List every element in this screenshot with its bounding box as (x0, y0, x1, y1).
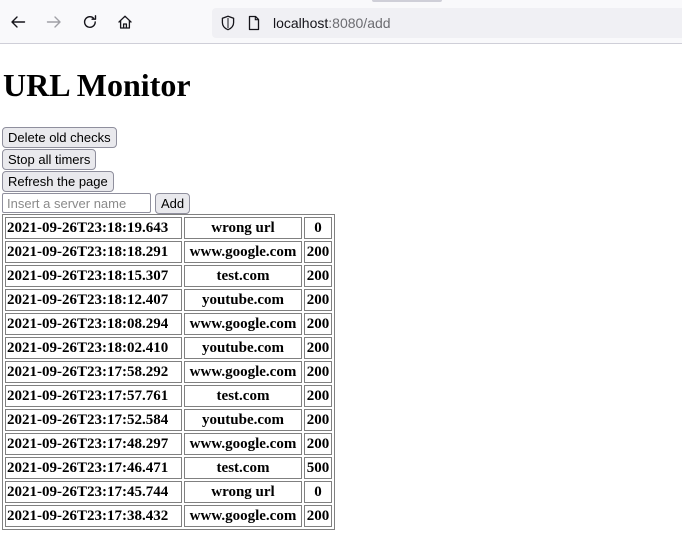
home-button[interactable] (112, 8, 138, 36)
table-row: 2021-09-26T23:17:52.584 youtube.com 200 (5, 409, 332, 431)
address-bar[interactable]: localhost:8080/add (212, 8, 682, 38)
page-content: URL Monitor Delete old checks Stop all t… (0, 45, 682, 541)
check-status: 500 (304, 457, 332, 479)
table-row: 2021-09-26T23:17:45.744 wrong url 0 (5, 481, 332, 503)
check-time: 2021-09-26T23:18:02.410 (5, 337, 182, 359)
check-url: youtube.com (184, 289, 302, 311)
table-row: 2021-09-26T23:17:48.297 www.google.com 2… (5, 433, 332, 455)
check-url: wrong url (184, 481, 302, 503)
check-url: youtube.com (184, 337, 302, 359)
check-status: 200 (304, 241, 332, 263)
forward-button[interactable] (41, 8, 67, 36)
url-host: localhost (273, 15, 329, 31)
delete-old-checks-button[interactable]: Delete old checks (2, 127, 117, 148)
check-time: 2021-09-26T23:18:12.407 (5, 289, 182, 311)
check-url: www.google.com (184, 361, 302, 383)
check-status: 200 (304, 337, 332, 359)
check-time: 2021-09-26T23:17:46.471 (5, 457, 182, 479)
check-status: 200 (304, 505, 332, 527)
table-row: 2021-09-26T23:18:08.294 www.google.com 2… (5, 313, 332, 335)
stop-all-timers-button[interactable]: Stop all timers (2, 149, 97, 170)
table-row: 2021-09-26T23:17:38.432 www.google.com 2… (5, 505, 332, 527)
check-status: 200 (304, 409, 332, 431)
check-url: wrong url (184, 217, 302, 239)
check-status: 200 (304, 433, 332, 455)
table-row: 2021-09-26T23:18:15.307 test.com 200 (5, 265, 332, 287)
checks-table: 2021-09-26T23:18:19.643 wrong url 0 2021… (2, 214, 335, 530)
check-url: test.com (184, 265, 302, 287)
check-status: 200 (304, 313, 332, 335)
check-url: www.google.com (184, 433, 302, 455)
check-url: www.google.com (184, 313, 302, 335)
check-time: 2021-09-26T23:17:45.744 (5, 481, 182, 503)
check-time: 2021-09-26T23:17:38.432 (5, 505, 182, 527)
check-status: 0 (304, 481, 332, 503)
table-row: 2021-09-26T23:18:02.410 youtube.com 200 (5, 337, 332, 359)
url-text[interactable]: localhost:8080/add (273, 15, 391, 31)
check-time: 2021-09-26T23:18:19.643 (5, 217, 182, 239)
check-time: 2021-09-26T23:18:08.294 (5, 313, 182, 335)
check-status: 200 (304, 361, 332, 383)
check-status: 200 (304, 289, 332, 311)
browser-toolbar: localhost:8080/add (0, 0, 682, 44)
table-row: 2021-09-26T23:17:46.471 test.com 500 (5, 457, 332, 479)
page-title: URL Monitor (3, 67, 191, 103)
url-path: :8080/add (328, 15, 391, 31)
table-row: 2021-09-26T23:17:57.761 test.com 200 (5, 385, 332, 407)
check-time: 2021-09-26T23:18:15.307 (5, 265, 182, 287)
arrow-right-icon (46, 16, 61, 28)
check-status: 200 (304, 385, 332, 407)
page-icon[interactable] (246, 15, 262, 31)
table-row: 2021-09-26T23:18:19.643 wrong url 0 (5, 217, 332, 239)
tab-indicator (372, 0, 442, 2)
table-row: 2021-09-26T23:18:18.291 www.google.com 2… (5, 241, 332, 263)
check-url: test.com (184, 457, 302, 479)
table-row: 2021-09-26T23:17:58.292 www.google.com 2… (5, 361, 332, 383)
check-url: test.com (184, 385, 302, 407)
table-row: 2021-09-26T23:18:12.407 youtube.com 200 (5, 289, 332, 311)
checks-table-body: 2021-09-26T23:18:19.643 wrong url 0 2021… (5, 217, 332, 527)
reload-button[interactable] (77, 8, 103, 36)
reload-icon (83, 15, 97, 28)
home-icon (118, 15, 132, 29)
check-status: 0 (304, 217, 332, 239)
check-time: 2021-09-26T23:18:18.291 (5, 241, 182, 263)
check-time: 2021-09-26T23:17:57.761 (5, 385, 182, 407)
check-time: 2021-09-26T23:17:48.297 (5, 433, 182, 455)
shield-icon[interactable] (220, 15, 236, 31)
back-button[interactable] (5, 8, 31, 36)
refresh-page-button[interactable]: Refresh the page (2, 171, 114, 192)
check-url: youtube.com (184, 409, 302, 431)
check-time: 2021-09-26T23:17:58.292 (5, 361, 182, 383)
add-server-button[interactable]: Add (155, 193, 191, 214)
check-status: 200 (304, 265, 332, 287)
check-time: 2021-09-26T23:17:52.584 (5, 409, 182, 431)
arrow-left-icon (11, 16, 26, 28)
check-url: www.google.com (184, 505, 302, 527)
check-url: www.google.com (184, 241, 302, 263)
server-name-input[interactable] (2, 193, 151, 213)
